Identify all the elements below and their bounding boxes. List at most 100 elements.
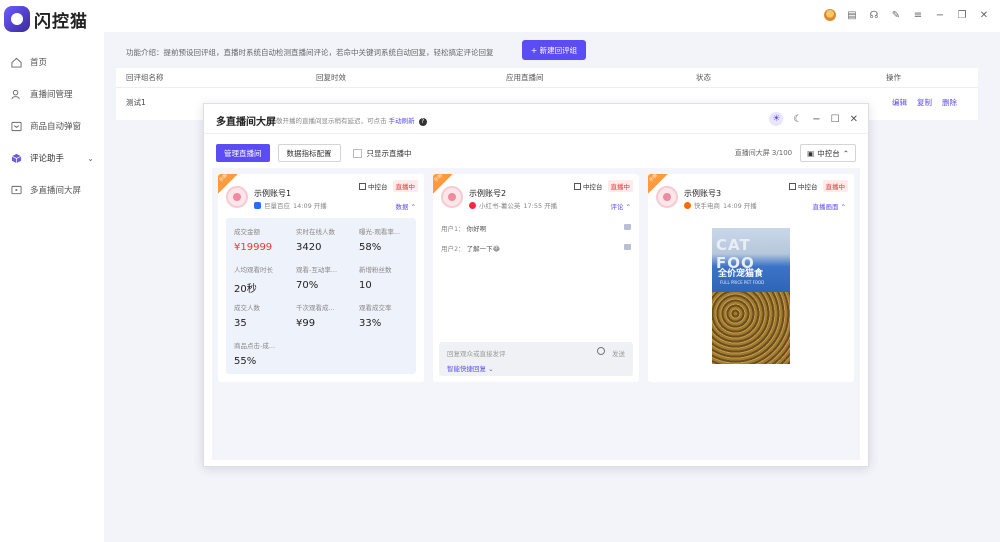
- headset-icon[interactable]: ☊: [868, 9, 880, 21]
- edit-link[interactable]: 编辑: [892, 97, 907, 108]
- only-live-checkbox[interactable]: 只显示直播中: [352, 148, 412, 159]
- sidebar-item-home[interactable]: 首页: [0, 46, 104, 78]
- account-meta: 小红书-薯公英 17:55 开播: [469, 200, 557, 210]
- column-header: 应用直播间: [506, 73, 544, 82]
- chevron-up-icon: ⌃: [842, 148, 849, 158]
- account-name: 示例账号1: [254, 189, 292, 198]
- moon-icon[interactable]: ☾: [793, 114, 802, 125]
- control-icon: [574, 182, 581, 190]
- stat-item: 曝光-观看率... 58%: [359, 228, 401, 253]
- pet-food-pile: [712, 292, 790, 364]
- stat-item: 人均观看时长 20秒: [234, 266, 273, 295]
- stats-panel: 成交金额 ¥19999 实时在线人数 3420 曝光-观看率... 58% 人均观看时…: [226, 218, 416, 374]
- reply-box[interactable]: 回复观众或直接发评 发送 智能快捷回复 ⌄: [439, 342, 633, 376]
- center-control-button[interactable]: ▣ 中控台 ⌃: [800, 144, 856, 162]
- screen-grid: 示例 示例账号1 巨量百应 14:09 开播 中控台 直播中 数据 ⌃ 成交金额…: [212, 168, 860, 460]
- chevron-down-icon: ⌄: [87, 153, 94, 163]
- checkbox-label: 只显示直播中: [366, 148, 412, 158]
- screen-count: 直播间大屏 3/100: [734, 149, 793, 157]
- close-icon[interactable]: ✕: [850, 114, 858, 125]
- reply-input[interactable]: 回复观众或直接发评: [447, 348, 506, 358]
- refresh-link[interactable]: 手动刷新: [389, 117, 415, 125]
- row-operations: 编辑 复制 删除: [892, 97, 957, 108]
- stat-item: 成交金额 ¥19999: [234, 228, 273, 253]
- control-badge[interactable]: 中控台: [574, 181, 603, 191]
- sidebar-item-product-popup[interactable]: 商品自动弹窗: [0, 110, 104, 142]
- screen-icon: [10, 184, 22, 196]
- sidebar-item-label: 商品自动弹窗: [30, 122, 82, 132]
- reply-icon[interactable]: [624, 244, 631, 250]
- live-view-toggle[interactable]: 直播画面 ⌃: [812, 201, 846, 211]
- start-time: 14:09 开播: [293, 202, 327, 210]
- modal-header: 多直播间大屏 敬开播的直播间显示稍有延迟，可点击 手动刷新 ? ☀ ☾ − ☐ …: [204, 104, 868, 134]
- quick-reply-toggle[interactable]: 智能快捷回复 ⌄: [447, 363, 494, 373]
- comment-toggle[interactable]: 评论 ⌃: [610, 201, 631, 211]
- manage-rooms-button[interactable]: 管理直播间: [216, 144, 270, 162]
- send-button[interactable]: 发送: [612, 348, 625, 358]
- sidebar-item-comment-assistant[interactable]: 评论助手 ⌄: [0, 142, 104, 174]
- minimize-icon[interactable]: −: [812, 114, 820, 125]
- modal-toolbar-right: 直播间大屏 3/100 ▣ 中控台 ⌃: [735, 144, 856, 162]
- help-icon[interactable]: ?: [418, 118, 427, 126]
- start-time: 14:09 开播: [723, 202, 757, 210]
- control-badge[interactable]: 中控台: [359, 181, 388, 191]
- control-icon: [789, 182, 796, 190]
- table-header: 回评组名称 回复时效 应用直播间 状态 操作: [116, 68, 978, 88]
- account-meta: 巨量百应 14:09 开播: [254, 200, 327, 210]
- modal-toolbar: 管理直播间 数据指标配置 只显示直播中: [216, 144, 412, 162]
- metrics-config-button[interactable]: 数据指标配置: [277, 144, 341, 162]
- sidebar-item-multi-screen[interactable]: 多直播间大屏: [0, 174, 104, 206]
- stat-item: 实时在线人数 3420: [296, 228, 335, 253]
- delete-link[interactable]: 删除: [942, 97, 957, 108]
- platform-icon: [684, 201, 691, 209]
- copy-link[interactable]: 复制: [917, 97, 932, 108]
- monitor-icon: ▣: [807, 148, 815, 158]
- edit-icon[interactable]: ✎: [890, 9, 902, 21]
- modal-title: 多直播间大屏: [216, 117, 276, 128]
- clipboard-icon[interactable]: ▤: [846, 9, 858, 21]
- platform-icon: [469, 201, 476, 209]
- account-avatar: [441, 186, 463, 208]
- control-icon: [359, 182, 366, 190]
- user-avatar[interactable]: [824, 9, 836, 21]
- live-badge: 直播中: [607, 180, 633, 192]
- sidebar-item-label: 首页: [30, 58, 48, 68]
- sidebar-item-live-room[interactable]: 直播间管理: [0, 78, 104, 110]
- account-avatar: [226, 186, 248, 208]
- account-name: 示例账号3: [684, 189, 722, 198]
- column-header: 状态: [696, 73, 711, 82]
- account-avatar: [656, 186, 678, 208]
- comment-list: 用户1： 你好啊 用户2： 了解一下😂: [441, 218, 631, 258]
- live-room-card: 示例 示例账号2 小红书-薯公英 17:55 开播 中控台 直播中 评论 ⌃ 用…: [433, 173, 639, 382]
- home-icon: [10, 56, 22, 68]
- sun-icon[interactable]: ☀: [769, 112, 784, 126]
- card-badges: 中控台 直播中: [359, 180, 418, 192]
- stat-item: 观看成交率 33%: [359, 304, 392, 329]
- modal-controls: ☀ ☾ − ☐ ✕: [769, 112, 858, 126]
- new-reply-group-button[interactable]: + 新建回评组: [522, 40, 586, 60]
- reply-icon[interactable]: [624, 224, 631, 230]
- stat-item: 观看-互动率... 70%: [296, 266, 338, 291]
- start-time: 17:55 开播: [523, 202, 558, 210]
- stat-item: 商品点击-成... 55%: [234, 342, 276, 367]
- card-badges: 中控台 直播中: [789, 180, 848, 192]
- platform-name: 巨量百应: [264, 202, 290, 210]
- maximize-icon[interactable]: ☐: [831, 114, 840, 125]
- button-label: 中控台: [817, 148, 840, 158]
- close-icon[interactable]: ✕: [978, 9, 990, 21]
- sidebar-item-label: 多直播间大屏: [30, 186, 82, 196]
- sidebar: 闪控猫 首页 直播间管理 商品自动弹窗 评论助手 ⌄ 多直播间大屏: [0, 0, 104, 542]
- menu-icon[interactable]: ≡: [912, 9, 924, 21]
- restore-icon[interactable]: ❐: [956, 9, 968, 21]
- sidebar-nav: 首页 直播间管理 商品自动弹窗 评论助手 ⌄ 多直播间大屏: [0, 46, 104, 206]
- column-header: 回复时效: [316, 73, 346, 82]
- minimize-icon[interactable]: −: [934, 9, 946, 21]
- modal-subtitle: 敬开播的直播间显示稍有延迟，可点击 手动刷新 ?: [276, 115, 427, 126]
- user-icon: [10, 88, 22, 100]
- emoji-icon[interactable]: [597, 347, 605, 355]
- control-badge[interactable]: 中控台: [789, 181, 818, 191]
- sidebar-item-label: 评论助手: [30, 154, 65, 164]
- platform-name: 小红书-薯公英: [479, 202, 521, 210]
- data-toggle[interactable]: 数据 ⌃: [395, 201, 416, 211]
- checkbox-box[interactable]: [352, 148, 362, 158]
